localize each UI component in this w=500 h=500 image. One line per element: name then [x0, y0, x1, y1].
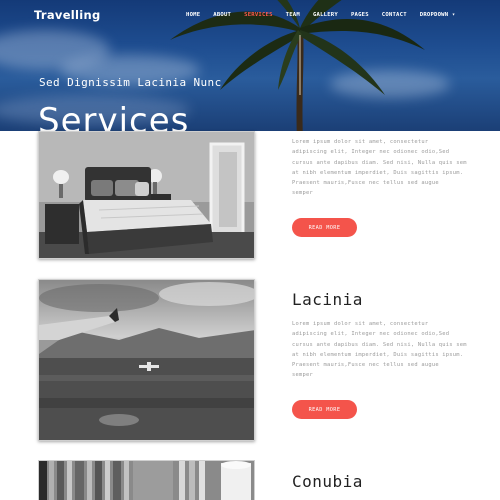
nav-contact[interactable]: CONTACT — [382, 12, 407, 18]
curtain-photo — [38, 460, 255, 500]
nav-about[interactable]: ABOUT — [213, 12, 231, 18]
service-2-read-more-button[interactable]: READ MORE — [292, 400, 357, 419]
airplane-photo — [38, 279, 255, 441]
main-nav: HOME ABOUT SERVICES TEAM GALLERY PAGES C… — [186, 12, 468, 18]
nav-dropdown[interactable]: DROPDOWN ▾ — [420, 12, 456, 18]
hero-subtitle: Sed Dignissim Lacinia Nunc — [39, 76, 222, 89]
palm-tree-image — [170, 0, 425, 131]
hero-banner: Travelling HOME ABOUT SERVICES TEAM GALL… — [0, 0, 500, 131]
service-1-read-more-button[interactable]: READ MORE — [292, 218, 357, 237]
nav-team[interactable]: TEAM — [286, 12, 300, 18]
service-2-title: Lacinia — [292, 290, 363, 309]
service-3-title: Conubia — [292, 472, 363, 491]
nav-home[interactable]: HOME — [186, 12, 200, 18]
nav-pages[interactable]: PAGES — [351, 12, 369, 18]
service-1-description: Lorem ipsum dolor sit amet, consectetur … — [292, 139, 467, 197]
site-logo[interactable]: Travelling — [34, 8, 101, 22]
page-title: Services — [38, 101, 190, 131]
service-2-description: Lorem ipsum dolor sit amet, consectetur … — [292, 321, 467, 379]
bedroom-photo — [38, 131, 255, 259]
nav-services[interactable]: SERVICES — [244, 12, 273, 18]
nav-gallery[interactable]: GALLERY — [313, 12, 338, 18]
